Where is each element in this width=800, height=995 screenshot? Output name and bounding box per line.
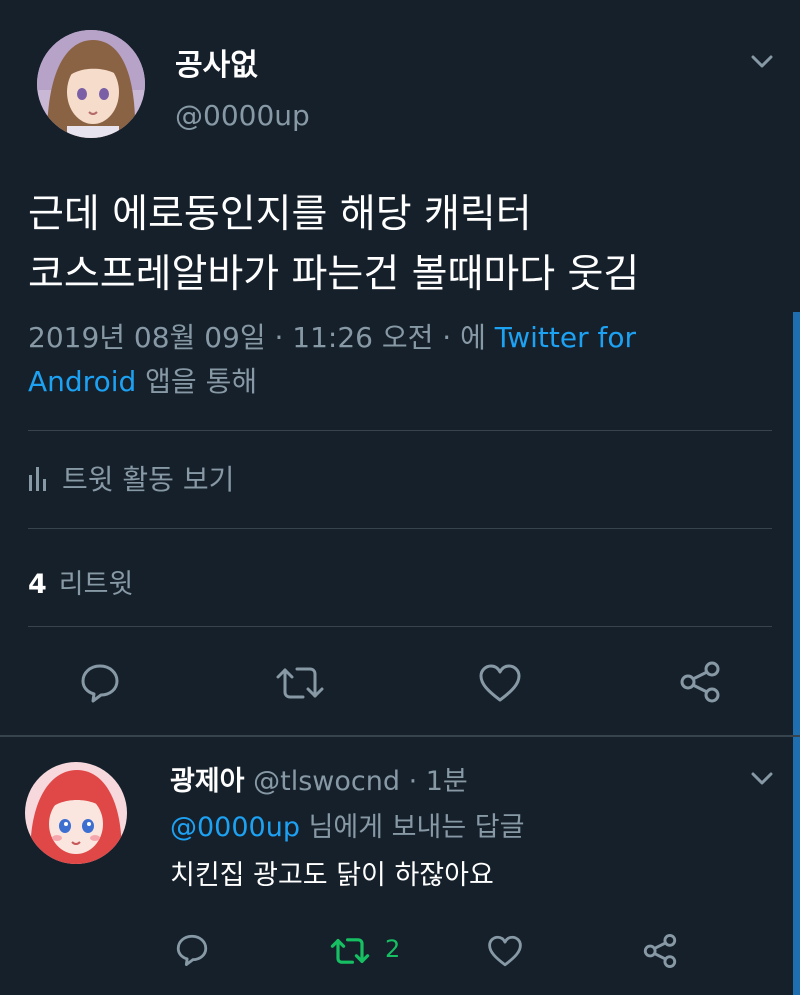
chevron-down-icon[interactable] [750, 771, 774, 787]
reply-icon[interactable] [79, 662, 121, 704]
retweet-stats[interactable]: 4 리트윗 [28, 562, 133, 601]
reply-tweet[interactable]: 광제아 @tlswocnd · 1분 @0000up 님에게 보내는 답글 치킨… [0, 737, 800, 995]
retweet-label: 리트윗 [58, 569, 134, 600]
client-link-cont[interactable]: Android [28, 365, 136, 398]
author-handle[interactable]: @0000up [175, 99, 310, 132]
client-link[interactable]: Twitter for [495, 321, 636, 354]
main-tweet: 공사없 @0000up 근데 에로동인지를 해당 캐릭터 코스프레알바가 파는건… [0, 0, 800, 735]
tweet-text-line: 근데 에로동인지를 해당 캐릭터 [28, 192, 532, 237]
replying-to: @0000up 님에게 보내는 답글 [170, 805, 524, 844]
reply-icon[interactable] [175, 933, 209, 967]
author-name[interactable]: 공사없 [175, 40, 258, 84]
reply-header: 광제아 @tlswocnd · 1분 [170, 759, 468, 798]
divider [28, 430, 772, 431]
tweet-text-line: 코스프레알바가 파는건 볼때마다 웃김 [28, 252, 640, 297]
tweet-date: 2019년 08월 09일 · 11:26 오전 · 에 [28, 321, 486, 354]
reply-retweet-count: 2 [385, 935, 401, 963]
tweet-meta: 2019년 08월 09일 · 11:26 오전 · 에 Twitter for… [28, 316, 728, 404]
reply-time: · 1분 [408, 766, 468, 797]
tweet-text: 근데 에로동인지를 해당 캐릭터 코스프레알바가 파는건 볼때마다 웃김 [28, 185, 788, 305]
client-suffix: 앱을 통해 [145, 365, 258, 398]
retweet-icon[interactable] [275, 662, 325, 704]
retweet-count: 4 [28, 569, 47, 600]
like-icon[interactable] [487, 934, 523, 968]
share-icon[interactable] [642, 933, 678, 969]
reply-author-avatar[interactable] [25, 762, 127, 864]
author-avatar[interactable] [37, 30, 145, 138]
reply-to-mention[interactable]: @0000up [170, 812, 300, 843]
chevron-down-icon[interactable] [750, 54, 774, 70]
reply-text: 치킨집 광고도 닭이 하잖아요 [170, 860, 494, 891]
view-activity-label: 트윗 활동 보기 [62, 463, 235, 496]
view-activity-link[interactable]: 트윗 활동 보기 [28, 458, 234, 498]
retweet-icon[interactable] [330, 934, 370, 968]
divider [28, 626, 772, 627]
share-icon[interactable] [678, 660, 722, 704]
reply-to-suffix: 님에게 보내는 답글 [308, 812, 525, 843]
divider [28, 528, 772, 529]
reply-author-name[interactable]: 광제아 [170, 766, 245, 797]
activity-bars-icon [29, 467, 46, 491]
reply-author-handle[interactable]: @tlswocnd [253, 766, 400, 797]
like-icon[interactable] [478, 662, 522, 704]
